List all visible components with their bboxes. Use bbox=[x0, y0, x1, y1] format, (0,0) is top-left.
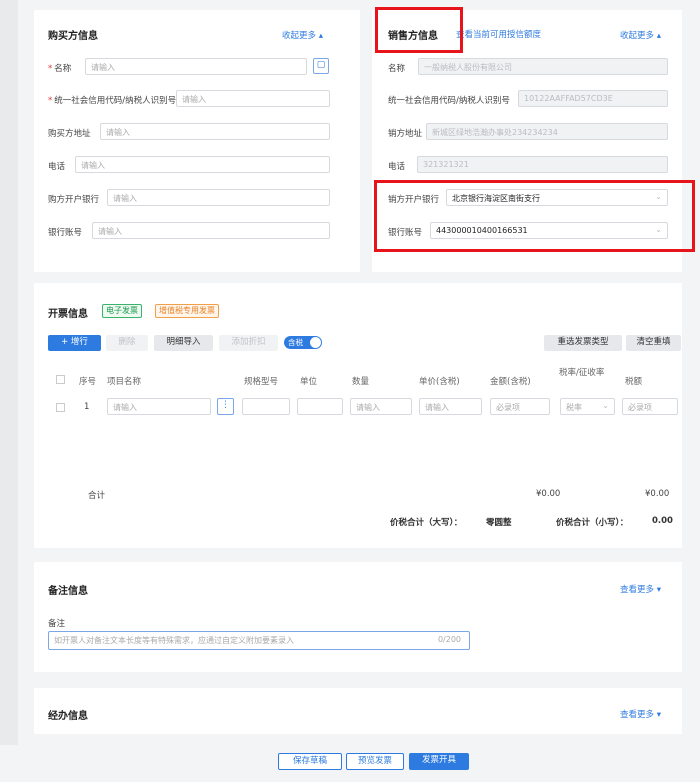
highlight-box-seller-title bbox=[375, 7, 463, 53]
tag-special-invoice: 增值税专用发票 bbox=[155, 304, 219, 318]
row-checkbox[interactable] bbox=[56, 403, 65, 412]
col-header-unit: 单位 bbox=[300, 377, 318, 387]
col-header-price: 单价(含税) bbox=[419, 377, 460, 387]
remark-title: 备注信息 bbox=[48, 586, 88, 597]
sum-small-value: 0.00 bbox=[652, 516, 673, 526]
col-header-spec: 规格型号 bbox=[244, 377, 279, 387]
buyer-bank-input[interactable]: 请输入 bbox=[107, 189, 330, 206]
amount-input[interactable]: 必录项 bbox=[490, 398, 550, 415]
sum-big-label: 价税合计（大写）： bbox=[390, 518, 463, 528]
remark-input[interactable]: 如开票人对备注文本长度等有特殊需求，应通过自定义附加要素录入 0/200 bbox=[48, 631, 470, 650]
add-discount-button[interactable]: 添加折扣 bbox=[219, 335, 278, 351]
item-lookup-icon[interactable]: ⋮ bbox=[217, 398, 234, 415]
remark-label: 备注 bbox=[48, 619, 66, 629]
col-header-amount: 金额(含税) bbox=[490, 377, 531, 387]
seller-phone-label: 电话 bbox=[388, 162, 406, 172]
seller-taxid-label: 统一社会信用代码/纳税人识别号 bbox=[388, 96, 510, 106]
handler-card bbox=[34, 688, 682, 734]
remark-card bbox=[34, 562, 682, 672]
seller-credit-link[interactable]: 查看当前可用授信额度 bbox=[456, 28, 541, 40]
buyer-taxid-input[interactable]: 请输入 bbox=[176, 90, 330, 107]
clear-button[interactable]: 清空重填 bbox=[626, 335, 681, 351]
toggle-knob bbox=[310, 337, 321, 348]
buyer-bank-label: 购方开户银行 bbox=[48, 195, 100, 205]
reselect-type-button[interactable]: 重选发票类型 bbox=[544, 335, 622, 351]
issue-invoice-button[interactable]: 发票开具 bbox=[409, 753, 469, 770]
row-number: 1 bbox=[84, 402, 90, 412]
remark-placeholder: 如开票人对备注文本长度等有特殊需求，应通过自定义附加要素录入 bbox=[54, 636, 294, 645]
tax-rate-select[interactable]: 税率 ⌄ bbox=[560, 398, 615, 415]
seller-address-input: 新城区绿地浩瀚办事处234234234 bbox=[426, 123, 668, 140]
save-draft-button[interactable]: 保存草稿 bbox=[278, 753, 342, 770]
buyer-taxid-label: * 统一社会信用代码/纳税人识别号 bbox=[48, 96, 177, 106]
seller-name-input: 一般纳税人股份有限公司 bbox=[418, 58, 668, 75]
invoice-title: 开票信息 bbox=[48, 309, 88, 320]
seller-taxid-input: 10122AAFFAD57CD3E bbox=[518, 90, 668, 107]
buyer-account-input[interactable]: 请输入 bbox=[92, 222, 330, 239]
invoice-card bbox=[34, 283, 682, 548]
spec-input[interactable] bbox=[242, 398, 290, 415]
price-input[interactable]: 请输入 bbox=[419, 398, 482, 415]
buyer-collapse-link[interactable]: 收起更多 ▴ bbox=[282, 29, 323, 41]
buyer-title: 购买方信息 bbox=[48, 31, 98, 42]
chevron-down-icon: ⌄ bbox=[602, 401, 609, 410]
seller-name-label: 名称 bbox=[388, 64, 406, 74]
sum-small-label: 价税合计（小写）： bbox=[556, 518, 629, 528]
col-header-qty: 数量 bbox=[352, 377, 370, 387]
highlight-box-seller-bank bbox=[374, 180, 695, 252]
preview-button[interactable]: 预览发票 bbox=[346, 753, 404, 770]
unit-input[interactable] bbox=[297, 398, 343, 415]
col-header-name: 项目名称 bbox=[107, 377, 142, 387]
seller-address-label: 销方地址 bbox=[388, 129, 423, 139]
buyer-name-label: * 名称 bbox=[48, 64, 72, 74]
buyer-address-label: 购买方地址 bbox=[48, 129, 91, 139]
total-tax: ¥0.00 bbox=[645, 489, 670, 499]
tax-toggle-label: 含税 bbox=[288, 338, 303, 347]
buyer-address-input[interactable]: 请输入 bbox=[100, 123, 330, 140]
col-header-tax: 税额 bbox=[625, 377, 643, 387]
handler-title: 经办信息 bbox=[48, 711, 88, 722]
buyer-phone-input[interactable]: 请输入 bbox=[75, 156, 330, 173]
left-sidebar-strip bbox=[0, 0, 18, 745]
seller-collapse-link[interactable]: 收起更多 ▴ bbox=[620, 29, 661, 41]
tag-e-invoice: 电子发票 bbox=[102, 304, 142, 318]
sum-big-value: 零圆整 bbox=[486, 518, 512, 528]
import-detail-button[interactable]: 明细导入 bbox=[154, 335, 213, 351]
item-name-input[interactable]: 请输入 bbox=[107, 398, 211, 415]
tax-rate-value: 税率 bbox=[566, 403, 582, 412]
qty-input[interactable]: 请输入 bbox=[350, 398, 412, 415]
remark-more-link[interactable]: 查看更多 ▾ bbox=[620, 583, 661, 595]
tax-amount-input[interactable]: 必录项 bbox=[622, 398, 678, 415]
buyer-name-input[interactable]: 请输入 bbox=[85, 58, 307, 75]
handler-more-link[interactable]: 查看更多 ▾ bbox=[620, 708, 661, 720]
delete-button[interactable]: 删除 bbox=[106, 335, 148, 351]
remark-counter: 0/200 bbox=[437, 635, 461, 644]
select-all-checkbox[interactable] bbox=[56, 375, 65, 384]
col-header-no: 序号 bbox=[79, 377, 97, 387]
buyer-phone-label: 电话 bbox=[48, 162, 66, 172]
seller-phone-input: 321321321 bbox=[417, 156, 668, 173]
buyer-lookup-icon[interactable]: ▢ bbox=[313, 58, 329, 74]
total-label: 合计 bbox=[88, 491, 106, 501]
col-header-rate: 税率/征收率 bbox=[559, 368, 605, 378]
total-amount: ¥0.00 bbox=[536, 489, 561, 499]
tax-included-toggle[interactable]: 含税 bbox=[284, 336, 322, 349]
add-row-button[interactable]: + 增行 bbox=[48, 335, 101, 351]
buyer-account-label: 银行账号 bbox=[48, 228, 83, 238]
